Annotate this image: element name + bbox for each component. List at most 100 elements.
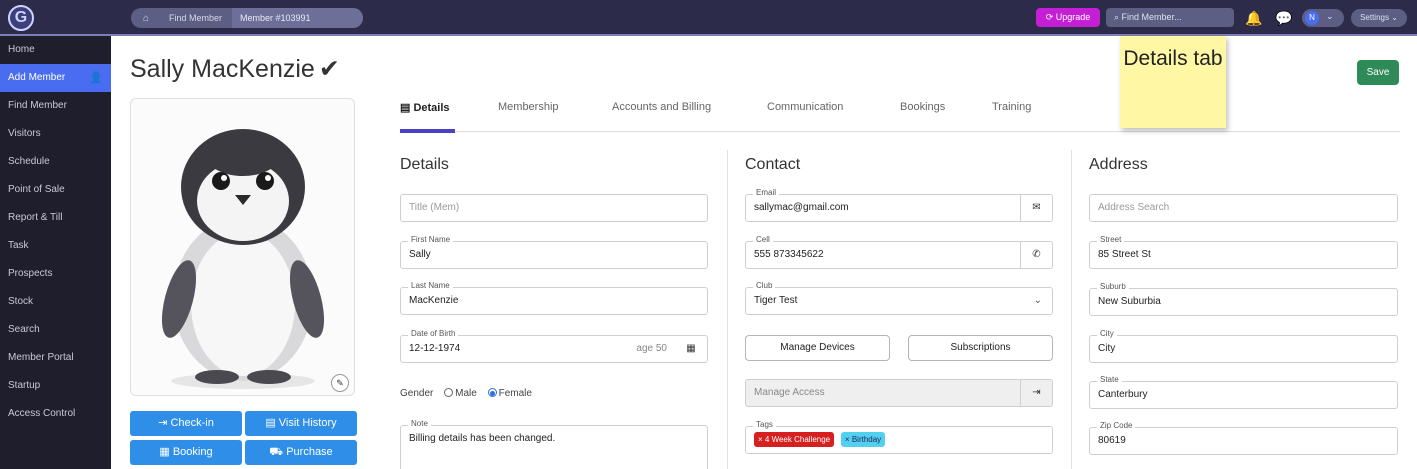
sidebar-item-search[interactable]: Search <box>0 316 111 344</box>
divider <box>1071 150 1072 469</box>
state-field[interactable]: State Canterbury <box>1089 375 1398 409</box>
penguin-image <box>161 129 325 389</box>
bell-icon[interactable]: 🔔 <box>1244 8 1264 28</box>
annotation-sticky-note: Details tab <box>1120 36 1226 128</box>
sidebar-item-stock[interactable]: Stock <box>0 288 111 316</box>
last-name-field[interactable]: Last Name MacKenzie <box>400 281 708 315</box>
divider <box>727 150 728 469</box>
purchase-label: Purchase <box>286 446 333 458</box>
club-select[interactable]: Club Tiger Test ⌄ <box>745 281 1053 315</box>
tab-communication[interactable]: Communication <box>767 101 843 113</box>
calendar-icon: ▦ <box>159 446 173 458</box>
sidebar-item-schedule[interactable]: Schedule <box>0 148 111 176</box>
zip-code-field[interactable]: Zip Code 80619 <box>1089 421 1398 455</box>
tags-label: Tags <box>753 420 776 430</box>
booking-button[interactable]: ▦ Booking <box>130 440 242 465</box>
street-label: Street <box>1097 235 1125 245</box>
sidebar-item-task[interactable]: Task <box>0 232 111 260</box>
tab-bookings[interactable]: Bookings <box>900 101 945 113</box>
envelope-icon[interactable]: ✉ <box>1020 195 1052 221</box>
sidebar-item-visitors[interactable]: Visitors <box>0 120 111 148</box>
street-field[interactable]: Street 85 Street St <box>1089 235 1398 269</box>
club-value: Tiger Test <box>754 295 798 306</box>
visit-history-label: Visit History <box>278 417 337 429</box>
sidebar-item-label: Add Member <box>8 72 66 83</box>
manage-devices-button[interactable]: Manage Devices <box>745 335 890 361</box>
street-value: 85 Street St <box>1098 249 1151 260</box>
upgrade-button[interactable]: ⟳ Upgrade <box>1036 8 1100 27</box>
city-field[interactable]: City City <box>1089 329 1398 363</box>
sidebar: Home Add Member 👤 Find Member Visitors Sc… <box>0 36 111 469</box>
chat-icon[interactable]: 💬 <box>1274 8 1294 28</box>
city-label: City <box>1097 329 1117 339</box>
date-of-birth-field[interactable]: Date of Birth 12-12-1974 age 50 ▦ <box>400 329 708 363</box>
breadcrumb-find-member[interactable]: Find Member <box>161 8 232 28</box>
sidebar-item-home[interactable]: Home <box>0 36 111 64</box>
tag-chip[interactable]: × Birthday <box>840 431 886 447</box>
first-name-field[interactable]: First Name Sally <box>400 235 708 269</box>
tab-details[interactable]: ▤ Details <box>400 101 450 114</box>
booking-label: Booking <box>172 446 213 458</box>
sidebar-item-point-of-sale[interactable]: Point of Sale <box>0 176 111 204</box>
state-value: Canterbury <box>1098 389 1148 400</box>
home-icon[interactable]: ⌂ <box>131 13 161 24</box>
calendar-icon[interactable]: ▦ <box>675 336 707 362</box>
first-name-label: First Name <box>408 235 454 245</box>
settings-menu[interactable]: Settings ⌄ <box>1351 9 1407 27</box>
breadcrumb-member-id: Member #103991 <box>232 8 363 28</box>
find-member-search[interactable]: ⌕ Find Member... <box>1106 8 1234 27</box>
cell-label: Cell <box>753 235 773 245</box>
tab-training[interactable]: Training <box>992 101 1031 113</box>
manage-access-field[interactable]: Manage Access ⇥ <box>745 379 1053 407</box>
tag-label: Birthday <box>851 434 882 444</box>
sidebar-item-access-control[interactable]: Access Control <box>0 400 111 428</box>
subscriptions-button[interactable]: Subscriptions <box>908 335 1053 361</box>
gender-label: Gender <box>400 388 434 399</box>
last-name-label: Last Name <box>408 281 453 291</box>
email-label: Email <box>753 188 780 198</box>
user-menu[interactable]: N ⌄ <box>1302 9 1344 27</box>
gender-female-label: Female <box>498 388 532 399</box>
cell-field[interactable]: Cell 555 873345622 ✆ <box>745 235 1053 269</box>
visit-history-button[interactable]: ▤ Visit History <box>245 411 357 436</box>
note-field[interactable]: Note Billing details has been changed. <box>400 419 708 469</box>
sidebar-item-add-member[interactable]: Add Member 👤 <box>0 64 111 92</box>
manage-access-label: Manage Access <box>754 387 825 398</box>
breadcrumb: ⌂ Find Member Member #103991 <box>131 8 363 28</box>
tab-accounts-billing[interactable]: Accounts and Billing <box>612 101 711 113</box>
sidebar-item-find-member[interactable]: Find Member <box>0 92 111 120</box>
age-value: age 50 <box>636 343 667 354</box>
tag-label: 4 Week Challenge <box>764 434 831 444</box>
sidebar-item-startup[interactable]: Startup <box>0 372 111 400</box>
phone-icon[interactable]: ✆ <box>1020 242 1052 268</box>
address-search-input[interactable]: Address Search <box>1089 194 1398 222</box>
app-logo[interactable]: G <box>8 5 34 31</box>
state-label: State <box>1097 375 1122 385</box>
check-in-icon: ⇥ <box>158 417 171 429</box>
tags-field[interactable]: Tags × 4 Week Challenge × Birthday <box>745 420 1053 454</box>
suburb-label: Suburb <box>1097 282 1129 292</box>
sidebar-item-prospects[interactable]: Prospects <box>0 260 111 288</box>
tab-membership[interactable]: Membership <box>498 101 559 113</box>
sidebar-item-report-till[interactable]: Report & Till <box>0 204 111 232</box>
tab-details-label: Details <box>413 102 450 114</box>
save-button[interactable]: Save <box>1357 60 1399 85</box>
suburb-field[interactable]: Suburb New Suburbia <box>1089 282 1398 316</box>
last-name-value: MacKenzie <box>409 295 459 306</box>
title-field[interactable]: Title (Mem) <box>400 194 708 222</box>
city-value: City <box>1098 343 1116 354</box>
verified-check-icon: ✔ <box>318 55 340 83</box>
gender-male-radio[interactable] <box>444 388 454 397</box>
sidebar-item-member-portal[interactable]: Member Portal <box>0 344 111 372</box>
edit-photo-button[interactable]: ✎ <box>331 374 349 392</box>
details-heading: Details <box>400 156 449 173</box>
zip-code-label: Zip Code <box>1097 421 1136 431</box>
cart-icon: ⛟ <box>269 446 287 458</box>
check-in-label: Check-in <box>170 417 214 429</box>
tag-chip[interactable]: × 4 Week Challenge <box>754 431 835 447</box>
email-field[interactable]: Email sallymac@gmail.com ✉ <box>745 188 1053 222</box>
purchase-button[interactable]: ⛟ Purchase <box>245 440 357 465</box>
gender-female-radio[interactable] <box>487 388 497 397</box>
sign-in-icon[interactable]: ⇥ <box>1020 380 1052 406</box>
check-in-button[interactable]: ⇥ Check-in <box>130 411 242 436</box>
